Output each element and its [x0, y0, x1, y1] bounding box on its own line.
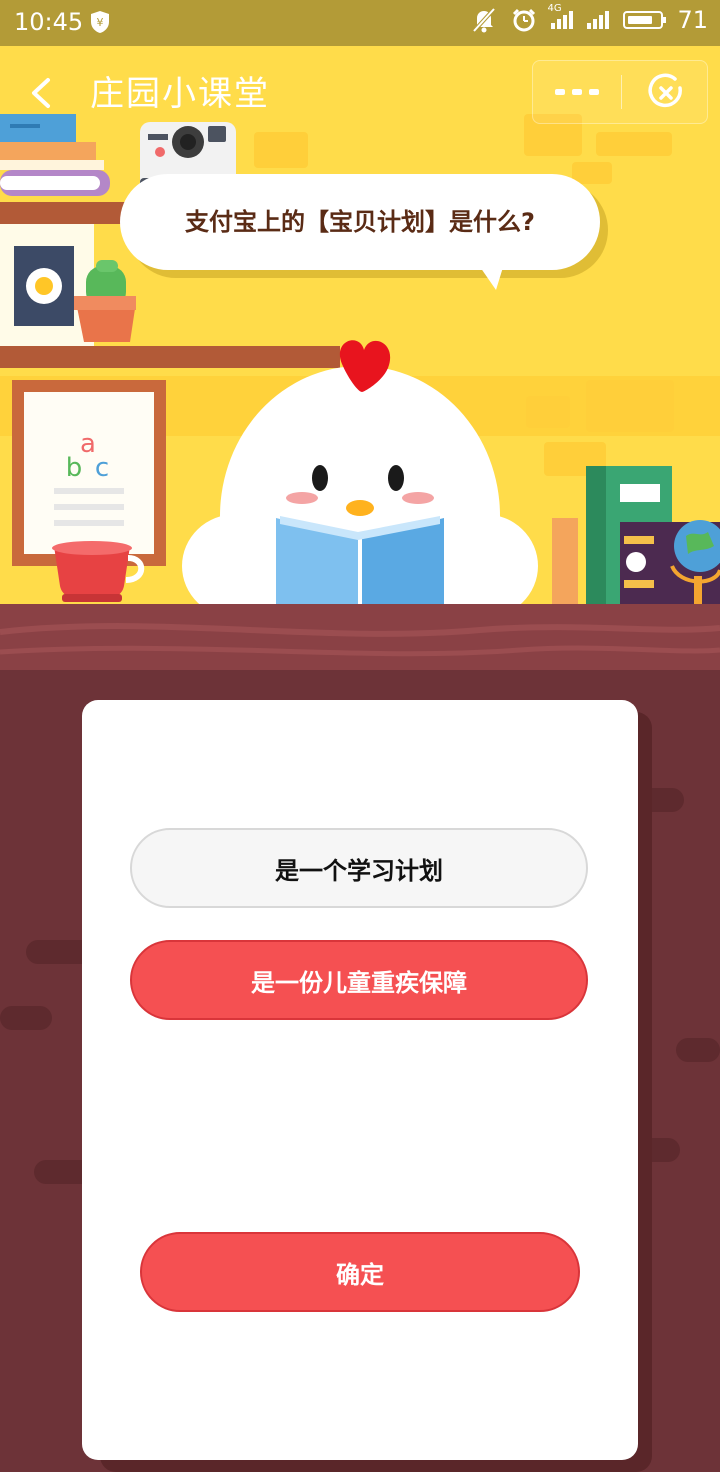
status-bar: 10:45 ¥ 4G 71	[0, 0, 720, 46]
network-type: 4G	[547, 3, 562, 14]
battery-icon	[623, 11, 667, 29]
answer-option-2-label: 是一份儿童重疾保障	[251, 968, 467, 997]
floor-waves	[0, 623, 720, 657]
floor-plank	[676, 1038, 720, 1062]
close-mini-program-icon[interactable]	[647, 73, 685, 111]
navbar: 庄园小课堂	[0, 46, 720, 138]
poster-letter-c: c	[95, 453, 109, 483]
capsule-divider	[621, 75, 622, 109]
status-time: 10:45	[14, 8, 84, 36]
floor-plank	[0, 1006, 52, 1030]
poster-letter-b: b	[66, 453, 83, 483]
mute-bell-icon	[472, 7, 496, 33]
answer-option-1[interactable]: 是一个学习计划	[130, 828, 588, 908]
alarm-icon	[513, 8, 536, 32]
signal-icon	[587, 11, 610, 29]
answer-option-1-label: 是一个学习计划	[275, 856, 443, 885]
svg-text:¥: ¥	[97, 16, 104, 29]
back-arrow-icon[interactable]	[26, 76, 60, 110]
chick-eye-right	[388, 465, 404, 491]
mini-program-capsule	[532, 60, 708, 124]
book-orange	[0, 142, 96, 160]
chick-eye-left	[312, 465, 328, 491]
chick-beak	[346, 500, 374, 516]
poster-letter-a: a	[80, 429, 96, 459]
signal-4g-icon: 4G	[547, 3, 574, 29]
question-bubble: 支付宝上的【宝贝计划】是什么?	[120, 174, 600, 290]
shelf-middle	[0, 346, 340, 368]
page-title: 庄园小课堂	[90, 74, 270, 114]
question-text: 支付宝上的【宝贝计划】是什么?	[185, 208, 535, 236]
quiz-card: 是一个学习计划 是一份儿童重疾保障 确定	[82, 700, 638, 1460]
confirm-button[interactable]: 确定	[140, 1232, 580, 1312]
confirm-button-label: 确定	[336, 1260, 384, 1289]
book-stack-right	[552, 518, 578, 606]
shield-icon: ¥	[91, 11, 109, 33]
status-icons: 4G 71	[471, 3, 708, 34]
floor-edge	[0, 604, 720, 674]
more-icon[interactable]	[555, 87, 599, 97]
answer-option-2[interactable]: 是一份儿童重疾保障	[130, 940, 588, 1020]
battery-level: 71	[677, 6, 708, 34]
